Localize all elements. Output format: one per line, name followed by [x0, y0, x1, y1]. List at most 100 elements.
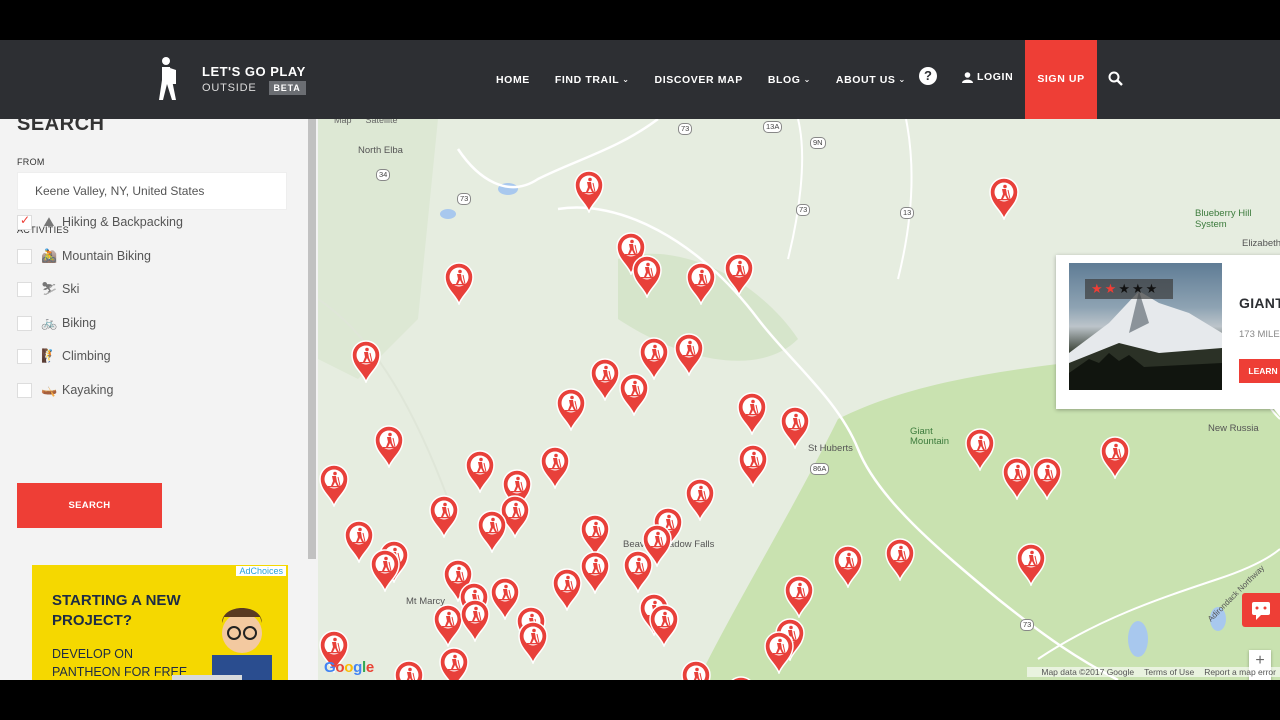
- trail-marker[interactable]: [589, 357, 621, 403]
- trail-marker[interactable]: [783, 574, 815, 620]
- feedback-chat-icon[interactable]: [1242, 593, 1280, 627]
- activity-label: Mountain Biking: [62, 249, 151, 263]
- activity-checkbox[interactable]: [17, 281, 32, 297]
- map-label: Blueberry Hill System: [1195, 208, 1252, 230]
- hiker-pin-icon: [674, 333, 704, 378]
- map-label: Elizabethtown: [1242, 238, 1280, 249]
- question-circle-icon[interactable]: ?: [919, 67, 937, 85]
- attribution-item[interactable]: Report a map error: [1204, 667, 1276, 677]
- trail-marker[interactable]: [1031, 456, 1063, 502]
- trail-marker[interactable]: [723, 252, 755, 298]
- star-empty-icon: ★: [1118, 281, 1130, 296]
- search-button[interactable]: SEARCH: [17, 483, 162, 528]
- trail-marker[interactable]: [464, 449, 496, 495]
- trail-marker[interactable]: [648, 603, 680, 649]
- trail-marker[interactable]: [1099, 435, 1131, 481]
- trail-marker[interactable]: [618, 372, 650, 418]
- trail-marker[interactable]: [680, 659, 712, 680]
- popup-title[interactable]: GIANT MOUNTAIN, NEW YORK: [1239, 295, 1280, 311]
- trail-marker[interactable]: [443, 261, 475, 307]
- activity-mountain-biking[interactable]: 🚵 Mountain Biking: [17, 246, 151, 266]
- trail-marker[interactable]: [685, 261, 717, 307]
- hiker-pin-icon: [885, 538, 915, 583]
- trail-marker[interactable]: [673, 332, 705, 378]
- trail-marker[interactable]: [988, 176, 1020, 222]
- site-logo[interactable]: LET'S GO PLAY OUTSIDE BETA: [150, 54, 306, 104]
- trail-photo[interactable]: ★ ★ ★ ★ ★: [1069, 263, 1222, 390]
- top-navigation-bar: LET'S GO PLAY OUTSIDE BETA HOME FIND TRAIL…: [0, 40, 1280, 119]
- from-location-input[interactable]: Keene Valley, NY, United States: [17, 172, 287, 210]
- activity-label: Kayaking: [62, 383, 114, 397]
- map-type-toggle[interactable]: Map Satellite: [334, 119, 412, 125]
- nav-item-blog[interactable]: BLOG ⌄: [768, 74, 811, 86]
- trail-marker[interactable]: [884, 537, 916, 583]
- trail-map[interactable]: Map Satellite North Elba St Huberts Giant M…: [318, 119, 1280, 680]
- adchoices-link[interactable]: AdChoices: [236, 566, 286, 576]
- trail-marker[interactable]: [539, 445, 571, 491]
- attribution-item[interactable]: Terms of Use: [1144, 667, 1194, 677]
- trail-marker[interactable]: [476, 509, 508, 555]
- trail-marker[interactable]: [318, 463, 350, 509]
- activity-checkbox[interactable]: [17, 382, 32, 398]
- hiker-pin-icon: [556, 388, 586, 433]
- activity-checkbox[interactable]: [17, 315, 32, 331]
- trail-marker[interactable]: [622, 549, 654, 595]
- sidebar-scrollbar-thumb[interactable]: [308, 119, 316, 559]
- nav-item-about-us[interactable]: ABOUT US ⌄: [836, 74, 906, 86]
- activity-kayaking[interactable]: 🛶 Kayaking: [17, 380, 113, 400]
- trail-info-popup[interactable]: ★★★★★ GIANT MOUNTAIN, NEW YORK 173 MILE …: [1056, 255, 1280, 419]
- learn-more-button[interactable]: LEARN MORE: [1239, 359, 1280, 383]
- activity-checkbox[interactable]: [17, 213, 32, 230]
- trail-marker[interactable]: [350, 339, 382, 385]
- activity-biking[interactable]: 🚲 Biking: [17, 313, 96, 333]
- hiker-pin-icon: [1100, 436, 1130, 481]
- trail-marker[interactable]: [725, 675, 757, 680]
- hiker-pin-icon: [1032, 457, 1062, 502]
- nav-label: DISCOVER MAP: [654, 73, 743, 86]
- rating-stars: ★ ★ ★ ★ ★: [1085, 279, 1173, 299]
- activity-checkbox[interactable]: [17, 348, 32, 364]
- hiker-pin-icon: [764, 631, 794, 676]
- trail-marker[interactable]: [555, 387, 587, 433]
- trail-marker[interactable]: [428, 494, 460, 540]
- trail-marker[interactable]: [459, 598, 491, 644]
- search-icon[interactable]: [1108, 71, 1123, 86]
- from-label: FROM: [17, 157, 45, 167]
- login-link[interactable]: LOGIN: [962, 71, 1013, 83]
- trail-marker[interactable]: [393, 659, 425, 680]
- activity-checkbox[interactable]: [17, 248, 32, 264]
- signup-button[interactable]: SIGN UP: [1025, 40, 1097, 119]
- trail-marker[interactable]: [1001, 456, 1033, 502]
- nav-item-home[interactable]: HOME: [496, 74, 530, 86]
- trail-marker[interactable]: [779, 405, 811, 451]
- trail-marker[interactable]: [684, 477, 716, 523]
- trail-marker[interactable]: [369, 548, 401, 594]
- popup-distance: 173 MILE OF YOU: [1239, 329, 1280, 340]
- activity-label: Biking: [62, 316, 97, 330]
- trail-marker[interactable]: [517, 620, 549, 666]
- trail-marker[interactable]: [631, 254, 663, 300]
- google-logo[interactable]: Google: [324, 659, 374, 676]
- trail-marker[interactable]: [579, 550, 611, 596]
- trail-marker[interactable]: [373, 424, 405, 470]
- activity-climbing[interactable]: 🧗 Climbing: [17, 346, 111, 366]
- trail-marker[interactable]: [573, 169, 605, 215]
- map-attribution: Map data ©2017 Google Terms of Use Report …: [1027, 667, 1280, 677]
- trail-marker[interactable]: [551, 567, 583, 613]
- trail-marker[interactable]: [438, 646, 470, 680]
- trail-marker[interactable]: [1015, 542, 1047, 588]
- nav-item-find-trail[interactable]: FIND TRAIL ⌄: [555, 74, 630, 86]
- trail-marker[interactable]: [736, 391, 768, 437]
- activity-hiking-backpacking[interactable]: ⛰ Hiking & Backpacking: [17, 212, 183, 232]
- map-type-map[interactable]: Map: [334, 119, 352, 125]
- main-nav: HOME FIND TRAIL ⌄ DISCOVER MAP BLOG ⌄ ABOUT US…: [496, 40, 931, 119]
- ad-illustration: [172, 608, 272, 680]
- advertisement-banner[interactable]: AdChoices STARTING A NEW PROJECT? DEVELO…: [32, 565, 288, 680]
- trail-marker[interactable]: [737, 443, 769, 489]
- trail-marker[interactable]: [763, 630, 795, 676]
- activity-ski[interactable]: ⛷ Ski: [17, 279, 79, 299]
- trail-marker[interactable]: [832, 544, 864, 590]
- map-type-satellite[interactable]: Satellite: [366, 119, 398, 125]
- trail-marker[interactable]: [964, 427, 996, 473]
- nav-item-discover-map[interactable]: DISCOVER MAP: [655, 74, 743, 86]
